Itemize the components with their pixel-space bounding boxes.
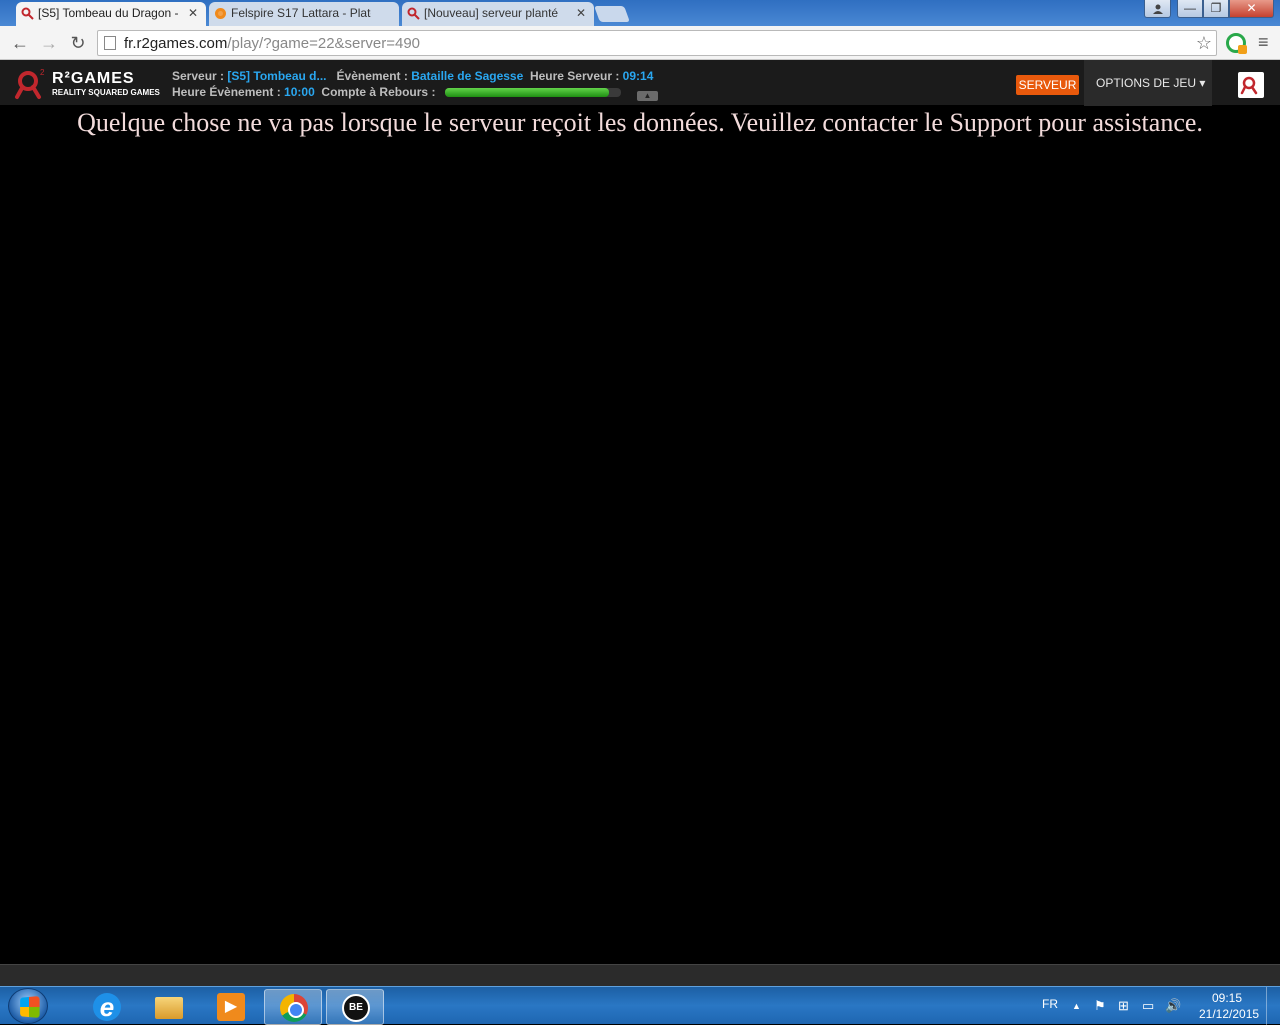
tab-close-icon[interactable]: ✕ xyxy=(576,6,586,20)
url-text[interactable]: fr.r2games.com/play/?game=22&server=490 xyxy=(124,35,420,52)
game-header-bar: 2 R²GAMES REALITY SQUARED GAMES Serveur … xyxy=(0,60,1280,106)
show-desktop-button[interactable] xyxy=(1266,987,1280,1025)
user-icon xyxy=(1152,4,1163,14)
r2games-favicon-icon xyxy=(21,7,34,20)
url-host: fr.r2games.com xyxy=(124,35,228,52)
error-message: Quelque chose ne va pas lorsque le serve… xyxy=(77,108,1203,137)
browser-tab-strip: [S5] Tombeau du Dragon - ✕ Felspire S17 … xyxy=(0,0,1280,26)
logo-title: R²GAMES xyxy=(52,70,135,87)
windows-tray-icon[interactable]: ⊞ xyxy=(1118,998,1129,1014)
countdown-label: Compte à Rebours : xyxy=(321,85,436,99)
start-button[interactable] xyxy=(8,988,48,1024)
minimize-button[interactable]: — xyxy=(1177,0,1203,18)
r2games-favicon-icon xyxy=(407,7,420,20)
bookmark-star-icon[interactable]: ☆ xyxy=(1196,33,1212,54)
tab-tombeau-du-dragon[interactable]: [S5] Tombeau du Dragon - ✕ xyxy=(16,2,206,26)
server-button[interactable]: SERVEUR xyxy=(1016,75,1079,95)
taskbar-file-explorer[interactable] xyxy=(140,989,198,1025)
felspire-favicon-icon xyxy=(215,8,226,19)
profile-button[interactable] xyxy=(1144,0,1171,18)
tab-title: [S5] Tombeau du Dragon - xyxy=(38,6,179,20)
countdown-progress-fill xyxy=(445,88,609,97)
chrome-icon xyxy=(280,994,308,1022)
language-indicator[interactable]: FR xyxy=(1042,997,1058,1011)
r2games-logo-icon xyxy=(1240,76,1258,95)
event-time-label: Heure Évènement : xyxy=(172,85,281,99)
r2games-account-button[interactable] xyxy=(1238,72,1264,98)
media-player-icon: ▶ xyxy=(217,993,245,1021)
new-tab-button[interactable] xyxy=(594,6,630,22)
logo-subtitle: REALITY SQUARED GAMES xyxy=(52,88,160,97)
r2games-logo-icon[interactable]: 2 xyxy=(14,66,48,100)
windows-taskbar: e ▶ BE FR ▲ ⚑ ⊞ ▭ 🔊 09:15 21/12/2015 xyxy=(0,964,1280,1025)
internet-explorer-icon: e xyxy=(93,993,121,1021)
network-icon[interactable]: ▭ xyxy=(1142,998,1154,1014)
header-info-row-1: Serveur : [S5] Tombeau d... Évènement : … xyxy=(172,69,653,83)
countdown-progress-bar xyxy=(445,88,621,97)
browser-toolbar: ← → ↻ fr.r2games.com/play/?game=22&serve… xyxy=(0,26,1280,60)
volume-icon[interactable]: 🔊 xyxy=(1165,998,1181,1014)
game-options-button[interactable]: OPTIONS DE JEU ▾ xyxy=(1084,60,1212,106)
game-app-icon: BE xyxy=(342,994,370,1022)
taskbar-media-player[interactable]: ▶ xyxy=(202,989,260,1025)
url-path: /play/?game=22&server=490 xyxy=(227,35,421,52)
game-content-area: Quelque chose ne va pas lorsque le serve… xyxy=(0,106,1280,964)
clock-time[interactable]: 09:15 xyxy=(1212,991,1242,1005)
address-bar[interactable]: fr.r2games.com/play/?game=22&server=490 … xyxy=(97,30,1217,56)
server-label: Serveur : xyxy=(172,69,225,83)
collapse-header-button[interactable]: ▲ xyxy=(637,91,658,101)
tab-title: [Nouveau] serveur planté xyxy=(424,6,559,20)
windows-logo-icon xyxy=(20,996,40,1018)
taskbar-main: e ▶ BE FR ▲ ⚑ ⊞ ▭ 🔊 09:15 21/12/2015 xyxy=(0,986,1280,1025)
svg-text:2: 2 xyxy=(40,68,45,77)
action-center-flag-icon[interactable]: ⚑ xyxy=(1094,998,1106,1014)
server-value[interactable]: [S5] Tombeau d... xyxy=(227,69,326,83)
clock-date[interactable]: 21/12/2015 xyxy=(1199,1007,1259,1021)
server-time-label: Heure Serveur : xyxy=(529,69,620,83)
browser-menu-icon[interactable]: ≡ xyxy=(1258,32,1269,53)
taskbar-divider-strip xyxy=(0,964,1280,986)
event-value[interactable]: Bataille de Sagesse xyxy=(411,69,523,83)
page-icon xyxy=(104,36,116,50)
server-time-value: 09:14 xyxy=(622,69,654,83)
event-time-value: 10:00 xyxy=(284,85,315,99)
extension-badge xyxy=(1238,45,1247,54)
taskbar-internet-explorer[interactable]: e xyxy=(78,989,136,1025)
forward-arrow-icon[interactable]: → xyxy=(37,31,61,55)
event-label: Évènement : xyxy=(336,69,408,83)
tab-close-icon[interactable]: ✕ xyxy=(188,6,198,20)
taskbar-chrome[interactable] xyxy=(264,989,322,1025)
close-window-button[interactable]: ✕ xyxy=(1229,0,1274,18)
header-info-row-2: Heure Évènement : 10:00 Compte à Rebours… xyxy=(172,85,435,99)
reload-icon[interactable]: ↻ xyxy=(66,31,90,55)
maximize-button[interactable]: ❐ xyxy=(1203,0,1229,18)
tab-title: Felspire S17 Lattara - Plate xyxy=(231,6,371,20)
show-hidden-icons-icon[interactable]: ▲ xyxy=(1072,1001,1081,1011)
tab-felspire[interactable]: Felspire S17 Lattara - Plate xyxy=(209,2,399,26)
tab-serveur-plante[interactable]: [Nouveau] serveur planté ✕ xyxy=(402,2,594,26)
back-arrow-icon[interactable]: ← xyxy=(8,31,32,55)
taskbar-game-app[interactable]: BE xyxy=(326,989,384,1025)
folder-icon xyxy=(155,997,183,1019)
